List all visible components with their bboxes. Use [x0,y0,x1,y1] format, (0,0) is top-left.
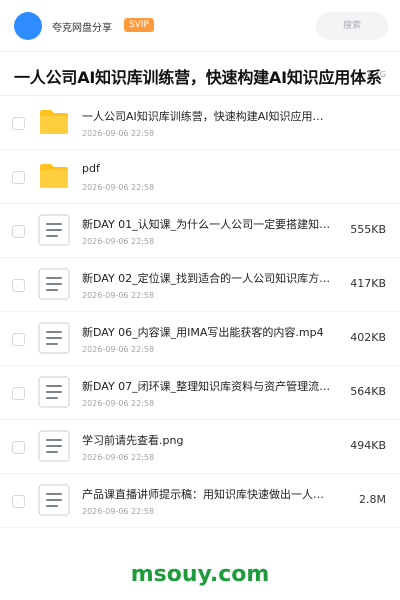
file-size: 555KB [350,223,386,236]
file-date: 2026-09-06 22:58 [82,183,155,192]
file-row[interactable]: 新DAY 07_闭环课_整理知识库资料与资产管理流程.mp4 2026-09-06… [0,366,400,420]
document-icon [38,430,70,462]
document-icon [38,322,70,354]
row-checkbox[interactable] [12,117,25,130]
page-title: 一人公司AI知识库训练营，快速构建AI知识应用体系 [14,68,382,87]
search-input[interactable]: 搜索 [316,12,388,40]
file-size: 402KB [350,331,386,344]
file-name: 新DAY 07_闭环课_整理知识库资料与资产管理流程.mp4 [82,380,332,393]
file-date: 2026-09-06 22:58 [82,507,155,516]
document-icon [38,268,70,300]
avatar[interactable] [14,12,42,40]
folder-size: 1.7G [367,70,386,79]
file-date: 2026-09-06 22:58 [82,237,155,246]
svip-badge: SVIP [124,18,154,32]
row-checkbox[interactable] [12,333,25,346]
app-header: 夸克网盘分享 SVIP 搜索 [0,0,400,52]
row-checkbox[interactable] [12,225,25,238]
file-list: 一人公司AI知识库训练营，快速构建AI知识应用体系 2026-09-06 22:5… [0,96,400,528]
row-checkbox[interactable] [12,495,25,508]
folder-icon [38,160,70,192]
file-row[interactable]: 学习前请先查看.png 2026-09-06 22:58 494KB [0,420,400,474]
watermark-text: msouy.com [130,562,270,587]
row-checkbox[interactable] [12,171,25,184]
file-row[interactable]: 新DAY 06_内容课_用IMA写出能获客的内容.mp4 2026-09-06 2… [0,312,400,366]
file-size: 494KB [350,439,386,452]
file-row[interactable]: 产品课直播讲师提示稿：用知识库快速做出一人公司的第一个产品 2026-09-06 … [0,474,400,528]
file-name: 新DAY 02_定位课_找到适合的一人公司知识库方向.mp4 [82,272,332,285]
file-name: 产品课直播讲师提示稿：用知识库快速做出一人公司的第一个产品 [82,488,332,501]
document-icon [38,214,70,246]
folder-title-bar: 一人公司AI知识库训练营，快速构建AI知识应用体系 1.7G [0,52,400,96]
file-row[interactable]: 新DAY 01_认知课_为什么一人公司一定要搭建知识库.mp4 2026-09-0… [0,204,400,258]
file-row[interactable]: 新DAY 02_定位课_找到适合的一人公司知识库方向.mp4 2026-09-06… [0,258,400,312]
file-date: 2026-09-06 22:58 [82,129,155,138]
file-name: 新DAY 01_认知课_为什么一人公司一定要搭建知识库.mp4 [82,218,332,231]
file-date: 2026-09-06 22:58 [82,453,155,462]
document-icon [38,484,70,516]
file-row[interactable]: 一人公司AI知识库训练营，快速构建AI知识应用体系 2026-09-06 22:5… [0,96,400,150]
file-row[interactable]: pdf 2026-09-06 22:58 [0,150,400,204]
file-date: 2026-09-06 22:58 [82,345,155,354]
folder-icon [38,106,70,138]
file-size: 2.8M [359,493,386,506]
row-checkbox[interactable] [12,441,25,454]
file-date: 2026-09-06 22:58 [82,399,155,408]
file-name: 一人公司AI知识库训练营，快速构建AI知识应用体系 [82,110,332,123]
file-name: pdf [82,162,100,175]
file-size: 564KB [350,385,386,398]
sharer-name: 夸克网盘分享 [52,23,112,34]
document-icon [38,376,70,408]
file-date: 2026-09-06 22:58 [82,291,155,300]
row-checkbox[interactable] [12,387,25,400]
file-name: 新DAY 06_内容课_用IMA写出能获客的内容.mp4 [82,326,324,339]
row-checkbox[interactable] [12,279,25,292]
file-size: 417KB [350,277,386,290]
file-name: 学习前请先查看.png [82,434,184,447]
